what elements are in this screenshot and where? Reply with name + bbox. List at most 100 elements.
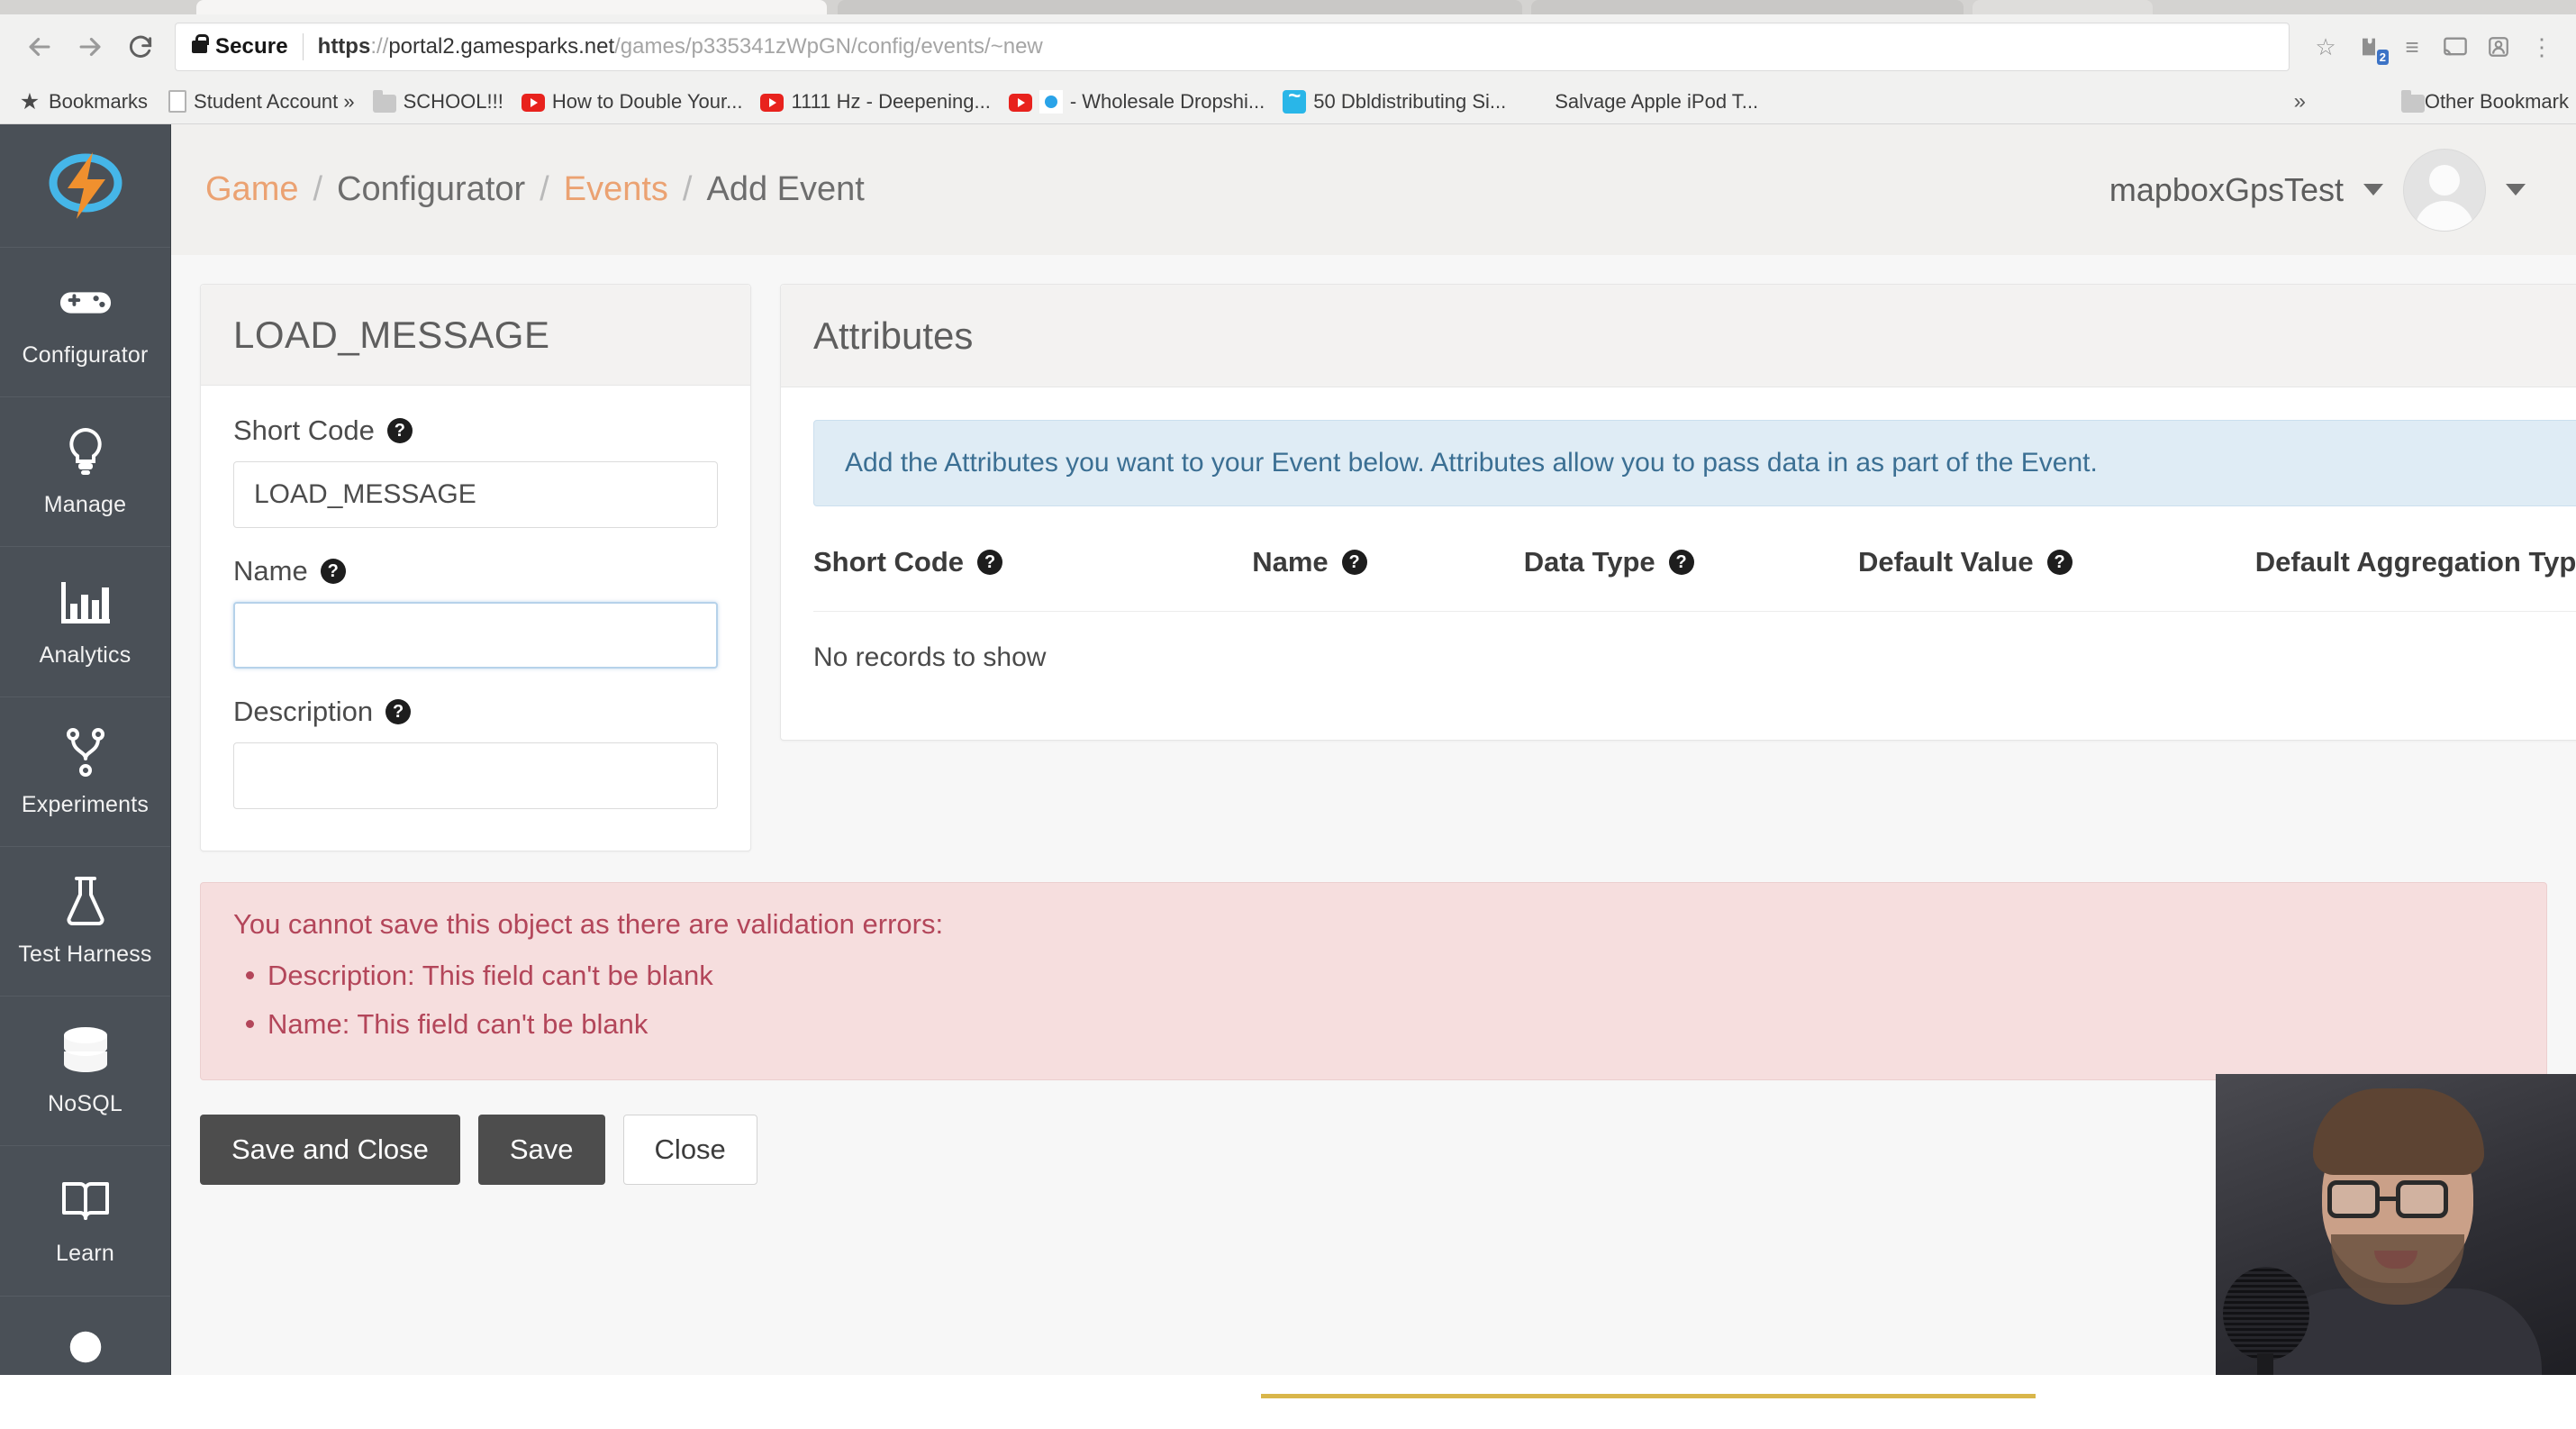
bookmark-item-how-to-double[interactable]: How to Double Your... [512, 85, 752, 119]
bookmark-item-dbldistributing[interactable]: 50 Dbldistributing Si... [1274, 84, 1515, 119]
breadcrumb-item-events[interactable]: Events [564, 170, 668, 209]
validation-error-list: Description: This field can't be blank N… [233, 951, 2514, 1049]
column-header-data-type[interactable]: Data Type ? [1523, 546, 1858, 612]
bookmark-item-school[interactable]: SCHOOL!!! [364, 85, 512, 119]
column-header-name[interactable]: Name ? [1252, 546, 1524, 612]
sidebar-item-nosql[interactable]: NoSQL [0, 997, 170, 1147]
help-icon[interactable]: ? [320, 559, 346, 584]
description-input[interactable] [233, 742, 718, 809]
event-form-card: LOAD_MESSAGE Short Code ? Nam [200, 284, 751, 851]
bar-chart-icon [59, 576, 113, 630]
browser-tab-strip[interactable] [0, 0, 2576, 14]
attributes-title: Attributes [813, 314, 974, 357]
field-label-row: Name ? [233, 555, 718, 587]
browser-tab[interactable] [1531, 0, 1964, 14]
table-row-empty: No records to show [813, 612, 2576, 705]
save-button[interactable]: Save [477, 1115, 605, 1185]
other-bookmarks-button[interactable]: Other Bookmark [2400, 89, 2569, 114]
application-window: Configurator Manage Analytics Experiment… [0, 124, 2576, 1398]
bookmark-item-bookmarks[interactable]: ★ Bookmarks [9, 85, 157, 119]
browser-tab[interactable] [838, 0, 1522, 14]
bookmark-item-1111hz[interactable]: 1111 Hz - Deepening... [751, 85, 999, 119]
sidebar-item-experiments[interactable]: Experiments [0, 697, 170, 847]
bookmarks-overflow-icon[interactable]: » [2294, 89, 2306, 114]
bookmark-label: How to Double Your... [551, 89, 743, 113]
event-form-body: Short Code ? Name ? [201, 386, 750, 851]
breadcrumb-separator: / [682, 170, 693, 208]
field-description: Description ? [233, 696, 718, 809]
webcam-glasses-left [2327, 1180, 2380, 1218]
field-label: Short Code [233, 414, 375, 446]
browser-tab[interactable] [1973, 0, 2153, 14]
field-label: Name [233, 555, 308, 587]
sidebar-item-configurator[interactable]: Configurator [0, 248, 170, 398]
breadcrumb: Game / Configurator / Events / Add Event [205, 170, 865, 209]
column-label: Default Aggregation Type [2254, 546, 2576, 578]
breadcrumb-item-game[interactable]: Game [205, 170, 298, 209]
breadcrumb-item-configurator[interactable]: Configurator [337, 170, 525, 209]
validation-title: You cannot save this object as there are… [233, 908, 944, 940]
browser-tab[interactable] [196, 0, 827, 14]
validation-error-box: You cannot save this object as there are… [200, 882, 2547, 1080]
help-icon[interactable]: ? [385, 699, 412, 724]
sidebar-item-test-harness[interactable]: Test Harness [0, 847, 170, 997]
profile-icon[interactable] [2479, 27, 2518, 67]
apple-icon [1524, 90, 1547, 114]
browser-chrome: Secure https://portal2.gamesparks.net/ga… [0, 0, 2576, 124]
name-input[interactable] [233, 602, 718, 669]
left-sidebar: Configurator Manage Analytics Experiment… [0, 124, 171, 1398]
reading-list-icon[interactable]: ≡ [2392, 27, 2432, 67]
column-header-default-aggregation-type[interactable]: Default Aggregation Type ? [2254, 546, 2576, 612]
chevron-down-icon[interactable] [2506, 184, 2526, 196]
gamesparks-logo[interactable] [0, 124, 170, 248]
extension-badge-count: 2 [2376, 50, 2389, 65]
attributes-card: Attributes Add Add the Attributes you wa… [780, 284, 2576, 741]
folder-icon [2400, 89, 2425, 113]
account-name[interactable]: mapboxGpsTest [2109, 171, 2344, 209]
back-button[interactable] [14, 22, 65, 72]
address-bar[interactable]: Secure https://portal2.gamesparks.net/ga… [175, 23, 2290, 71]
column-header-default-value[interactable]: Default Value ? [1857, 546, 2255, 612]
field-label-row: Short Code ? [233, 414, 718, 447]
page-title: LOAD_MESSAGE [233, 313, 550, 356]
panels-row: LOAD_MESSAGE Short Code ? Nam [171, 284, 2576, 851]
flask-icon [59, 875, 113, 929]
bookmark-star-icon[interactable]: ☆ [2306, 27, 2345, 67]
branch-icon [59, 725, 113, 779]
forward-button[interactable] [65, 22, 115, 72]
extension-icon[interactable]: 2 [2349, 27, 2389, 67]
column-header-short-code[interactable]: Short Code ? [813, 546, 1253, 612]
avatar[interactable] [2403, 148, 2486, 232]
sidebar-item-manage[interactable]: Manage [0, 397, 170, 548]
bookmark-label: - Wholesale Dropshi... [1069, 89, 1265, 113]
sidebar-item-analytics[interactable]: Analytics [0, 547, 170, 697]
webcam-person-hair [2313, 1088, 2484, 1175]
cast-icon[interactable] [2435, 27, 2475, 67]
attributes-info-banner: Add the Attributes you want to your Even… [813, 420, 2576, 506]
gamepad-icon [59, 276, 113, 330]
field-label: Description [233, 696, 374, 727]
attributes-table: Short Code ? Name ? Data Type ? Default … [813, 546, 2576, 704]
help-icon[interactable]: ? [2046, 550, 2073, 575]
sidebar-item-label: Analytics [39, 642, 132, 668]
sidebar-item-label: Manage [43, 492, 127, 518]
youtube-icon [760, 94, 785, 112]
bookmark-label: Bookmarks [49, 89, 149, 113]
bookmark-item-student-account[interactable]: Student Account » [157, 85, 364, 119]
help-icon[interactable]: ? [386, 418, 413, 443]
field-name: Name ? [233, 555, 718, 669]
help-icon[interactable]: ? [977, 550, 1003, 575]
footer-left-actions: Save and Close Save Close [200, 1115, 757, 1185]
chevron-down-icon[interactable] [2363, 184, 2383, 196]
close-button[interactable]: Close [622, 1115, 757, 1185]
bookmark-item-wholesale-dropshipping[interactable]: - Wholesale Dropshi... [1000, 85, 1274, 119]
save-and-close-button[interactable]: Save and Close [200, 1115, 460, 1185]
reload-button[interactable] [115, 22, 166, 72]
short-code-input[interactable] [233, 461, 718, 528]
sidebar-item-learn[interactable]: Learn [0, 1146, 170, 1297]
sidebar-item-label: Learn [56, 1241, 114, 1267]
chrome-menu-icon[interactable]: ⋮ [2522, 27, 2562, 67]
help-icon[interactable]: ? [1668, 550, 1694, 575]
help-icon[interactable]: ? [1341, 550, 1367, 575]
bookmark-item-salvage-apple-ipod[interactable]: Salvage Apple iPod T... [1515, 85, 1767, 119]
